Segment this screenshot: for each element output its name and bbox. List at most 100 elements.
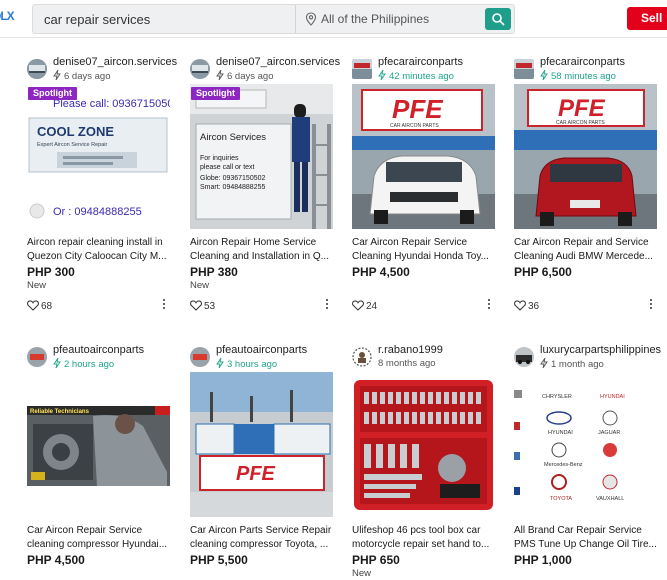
listing-title[interactable]: All Brand Car Repair Service PMS Tune Up…: [514, 524, 659, 552]
location-input[interactable]: All of the Philippines: [321, 5, 481, 33]
photo-text: Mercedes-Benz: [544, 462, 583, 468]
listing-condition: New: [190, 280, 210, 291]
listing-photo[interactable]: [352, 372, 495, 517]
location-pin-icon: [305, 12, 317, 26]
photo-text: Smart: 09484888255: [200, 184, 265, 191]
photo-text: VAUXHALL: [596, 496, 624, 502]
avatar[interactable]: [27, 59, 47, 79]
bolt-icon: [53, 358, 61, 368]
bolt-icon: [53, 70, 61, 80]
like-button[interactable]: 24: [352, 300, 377, 312]
photo-text: Expert Aircon Service Repair: [37, 142, 107, 148]
avatar[interactable]: [352, 59, 372, 79]
listing-title[interactable]: Car Aircon Repair and Service Cleaning A…: [514, 236, 659, 264]
posted-time: 58 minutes ago: [540, 70, 616, 82]
aircon-technician-image: Aircon Services For inquiries please cal…: [190, 84, 333, 229]
listing-title[interactable]: Ulifeshop 46 pcs tool box car motorcycle…: [352, 524, 497, 552]
seller-name[interactable]: pfeautoairconparts: [216, 344, 344, 356]
like-button[interactable]: 36: [514, 300, 539, 312]
posted-time-text: 3 hours ago: [227, 359, 278, 370]
listing-title[interactable]: Car Aircon Repair Service Cleaning Hyund…: [352, 236, 497, 264]
search-input[interactable]: [33, 5, 295, 33]
sell-button[interactable]: Sell: [627, 7, 667, 30]
seller-name[interactable]: denise07_aircon.services: [216, 56, 344, 68]
photo-text: For inquiries: [200, 155, 239, 162]
toolbox-image: [352, 372, 495, 517]
seller-name[interactable]: luxurycarpartsphilippines: [540, 344, 667, 356]
listing-title[interactable]: Aircon repair cleaning install in Quezon…: [27, 236, 172, 264]
seller-name[interactable]: pfecarairconparts: [540, 56, 667, 68]
listing-photo[interactable]: PFE CAR AIRCON PARTS: [514, 84, 657, 229]
like-button[interactable]: 53: [190, 300, 215, 312]
seller-name[interactable]: pfecarairconparts: [378, 56, 506, 68]
seller-name[interactable]: r.rabano1999: [378, 344, 506, 356]
photo-text: CAR AIRCON PARTS: [390, 123, 439, 129]
seller-name[interactable]: pfeautoairconparts: [53, 344, 181, 356]
car-brands-logos-image: CHRYSLER HYUNDAI HYUNDAI JAGUAR Mercedes…: [514, 372, 657, 517]
more-options-icon[interactable]: [161, 299, 167, 311]
listing-price: PHP 1,000: [514, 553, 572, 567]
like-count: 53: [204, 301, 216, 312]
shop-signage-image: PFE: [190, 372, 333, 517]
avatar[interactable]: [352, 347, 372, 367]
search-icon: [492, 13, 505, 26]
olx-logo[interactable]: OLX: [0, 9, 16, 27]
posted-time-text: 6 days ago: [227, 71, 274, 82]
listing-photo[interactable]: PFE: [190, 372, 333, 517]
bolt-icon: [540, 70, 548, 80]
photo-text: Globe: 09367150502: [200, 175, 265, 182]
more-options-icon[interactable]: [486, 299, 492, 311]
seller-row[interactable]: pfeautoairconparts 2 hours ago: [27, 344, 179, 372]
photo-text: please call or text: [200, 164, 255, 171]
heart-icon: [514, 300, 526, 311]
photo-text: PFE: [392, 94, 443, 124]
avatar[interactable]: [27, 347, 47, 367]
photo-text: Reliable Technicians: [30, 409, 90, 415]
listing-photo[interactable]: CHRYSLER HYUNDAI HYUNDAI JAGUAR Mercedes…: [514, 372, 657, 517]
photo-text: HYUNDAI: [600, 394, 625, 400]
photo-text: CAR AIRCON PARTS: [556, 120, 605, 126]
listing-price: PHP 380: [190, 265, 238, 279]
search-button[interactable]: [485, 8, 511, 30]
photo-text: JAGUAR: [598, 430, 620, 436]
avatar[interactable]: [514, 347, 534, 367]
listing-price: PHP 4,500: [352, 265, 410, 279]
posted-time-text: 58 minutes ago: [551, 71, 616, 82]
photo-text: TOYOTA: [550, 496, 572, 502]
seller-row[interactable]: denise07_aircon.services 6 days ago: [190, 56, 342, 84]
avatar[interactable]: [190, 59, 210, 79]
more-options-icon[interactable]: [324, 299, 330, 311]
photo-text: Aircon Services: [200, 132, 266, 143]
listing-photo[interactable]: Aircon Services For inquiries please cal…: [190, 84, 333, 229]
search-bar: All of the Philippines: [32, 4, 515, 34]
avatar[interactable]: [514, 59, 534, 79]
listing-price: PHP 4,500: [27, 553, 85, 567]
seller-row[interactable]: pfecarairconparts 58 minutes ago: [514, 56, 666, 84]
seller-row[interactable]: pfecarairconparts 42 minutes ago: [352, 56, 504, 84]
top-header: OLX All of the Philippines Sell: [0, 0, 667, 38]
listing-title[interactable]: Aircon Repair Home Service Cleaning and …: [190, 236, 335, 264]
white-car-shop-image: PFE CAR AIRCON PARTS: [352, 84, 495, 229]
seller-row[interactable]: r.rabano1999 8 months ago: [352, 344, 504, 372]
photo-text: CHRYSLER: [542, 394, 572, 400]
posted-time-text: 1 month ago: [551, 359, 604, 370]
listing-price: PHP 650: [352, 553, 400, 567]
listing-photo[interactable]: Please call: 09367150502 COOL ZONE Exper…: [27, 84, 170, 229]
seller-row[interactable]: luxurycarpartsphilippines 1 month ago: [514, 344, 666, 372]
more-options-icon[interactable]: [648, 299, 654, 311]
listing-price: PHP 5,500: [190, 553, 248, 567]
seller-row[interactable]: pfeautoairconparts 3 hours ago: [190, 344, 342, 372]
posted-time: 6 days ago: [216, 70, 273, 82]
listing-title[interactable]: Car Aircon Repair Service cleaning compr…: [27, 524, 172, 552]
photo-text: Or : 09484888255: [53, 206, 142, 218]
listing-photo[interactable]: PFE CAR AIRCON PARTS: [352, 84, 495, 229]
bolt-icon: [378, 70, 386, 80]
avatar[interactable]: [190, 347, 210, 367]
like-button[interactable]: 68: [27, 300, 52, 312]
listing-title[interactable]: Car Aircon Parts Service Repair cleaning…: [190, 524, 335, 552]
seller-name[interactable]: denise07_aircon.services: [53, 56, 181, 68]
seller-row[interactable]: denise07_aircon.services 6 days ago: [27, 56, 179, 84]
posted-time-text: 42 minutes ago: [389, 71, 454, 82]
like-count: 36: [528, 301, 540, 312]
listing-photo[interactable]: Reliable Technicians: [27, 372, 170, 517]
